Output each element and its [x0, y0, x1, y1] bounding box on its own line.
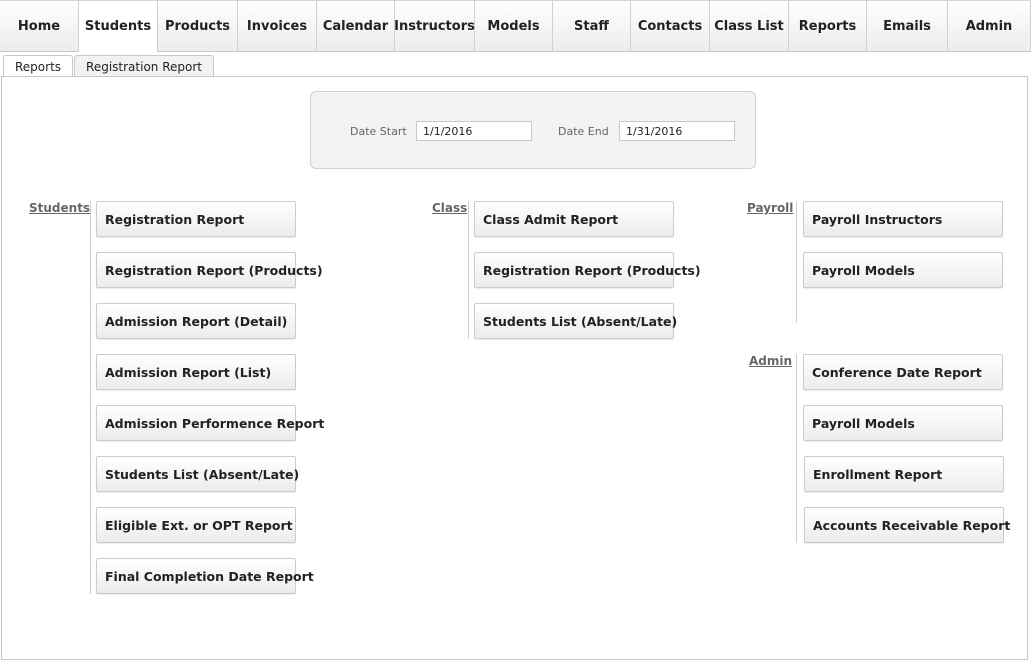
accounts-receivable-report-button[interactable]: Accounts Receivable Report	[804, 507, 1010, 543]
admin-section-title[interactable]: Admin	[749, 354, 792, 368]
date-start-label: Date Start	[350, 125, 407, 138]
final-completion-date-report-button[interactable]: Final Completion Date Report	[96, 558, 314, 594]
admission-performence-report-button[interactable]: Admission Performence Report	[96, 405, 324, 441]
nav-contacts[interactable]: Contacts	[631, 1, 710, 52]
main-nav: Home Students Products Invoices Calendar…	[0, 0, 1031, 52]
class-students-list-absent-late-button[interactable]: Students List (Absent/Late)	[474, 303, 677, 339]
nav-emails[interactable]: Emails	[867, 1, 948, 52]
nav-class-list[interactable]: Class List	[710, 1, 789, 52]
nav-instructors[interactable]: Instructors	[394, 1, 475, 52]
enrollment-report-button[interactable]: Enrollment Report	[804, 456, 1004, 492]
nav-home[interactable]: Home	[0, 1, 79, 52]
nav-invoices[interactable]: Invoices	[238, 1, 317, 52]
date-start-input[interactable]	[416, 121, 532, 141]
class-divider	[468, 201, 469, 339]
nav-staff[interactable]: Staff	[553, 1, 631, 52]
students-section-title[interactable]: Students	[29, 201, 90, 215]
payroll-instructors-button[interactable]: Payroll Instructors	[803, 201, 1003, 237]
registration-report-products-button[interactable]: Registration Report (Products)	[96, 252, 323, 288]
payroll-section-title[interactable]: Payroll	[747, 201, 793, 215]
nav-products[interactable]: Products	[158, 1, 238, 52]
payroll-models-button[interactable]: Payroll Models	[803, 252, 1003, 288]
admin-payroll-models-button[interactable]: Payroll Models	[803, 405, 1003, 441]
nav-reports[interactable]: Reports	[789, 1, 867, 52]
admission-report-detail-button[interactable]: Admission Report (Detail)	[96, 303, 296, 339]
conference-date-report-button[interactable]: Conference Date Report	[803, 354, 1003, 390]
admission-report-list-button[interactable]: Admission Report (List)	[96, 354, 296, 390]
tab-reports[interactable]: Reports	[3, 55, 74, 77]
date-end-input[interactable]	[619, 121, 735, 141]
admin-divider	[796, 354, 797, 543]
date-end-label: Date End	[558, 125, 609, 138]
tab-registration-report[interactable]: Registration Report	[74, 55, 214, 77]
payroll-divider	[796, 201, 797, 323]
eligible-ext-opt-report-button[interactable]: Eligible Ext. or OPT Report	[96, 507, 296, 543]
class-registration-report-products-button[interactable]: Registration Report (Products)	[474, 252, 701, 288]
class-admit-report-button[interactable]: Class Admit Report	[474, 201, 674, 237]
nav-models[interactable]: Models	[475, 1, 553, 52]
students-list-absent-late-button[interactable]: Students List (Absent/Late)	[96, 456, 299, 492]
registration-report-button[interactable]: Registration Report	[96, 201, 296, 237]
class-section-title[interactable]: Class	[432, 201, 467, 215]
nav-students[interactable]: Students	[79, 1, 158, 52]
nav-calendar[interactable]: Calendar	[317, 1, 395, 52]
sub-tab-bar: Reports Registration Report	[3, 55, 215, 77]
nav-admin[interactable]: Admin	[948, 1, 1031, 52]
date-filter-panel: Date Start Date End	[310, 91, 756, 169]
students-divider	[90, 201, 91, 594]
